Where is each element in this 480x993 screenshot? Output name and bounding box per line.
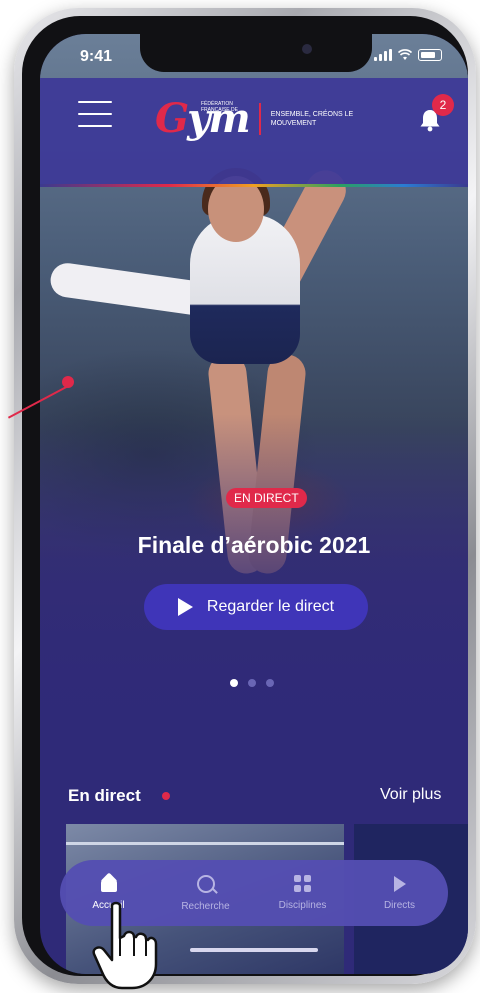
system-icons xyxy=(374,49,442,61)
nav-label: Recherche xyxy=(181,900,230,912)
annotation-dot xyxy=(62,376,74,388)
carousel-dots xyxy=(230,679,274,687)
nav-item-directs[interactable]: Directs xyxy=(360,875,440,911)
grid-icon xyxy=(294,875,311,892)
logo-federation-text: FÉDÉRATION FRANÇAISE DE xyxy=(201,101,238,113)
carousel-dot[interactable] xyxy=(230,679,238,687)
signal-icon xyxy=(374,49,392,61)
camera xyxy=(302,44,312,54)
federation-logo: Gym FÉDÉRATION FRANÇAISE DE ENSEMBLE, CR… xyxy=(155,99,371,139)
search-icon xyxy=(196,874,215,893)
wifi-icon xyxy=(398,49,412,60)
carousel-dot[interactable] xyxy=(248,679,256,687)
notification-badge: 2 xyxy=(432,94,454,116)
card-thumbnail-detail xyxy=(66,842,344,845)
nav-label: Directs xyxy=(383,899,416,911)
nav-label: Disciplines xyxy=(278,900,327,911)
play-icon xyxy=(177,598,193,616)
live-badge: EN DIRECT xyxy=(226,488,307,508)
section-title: En direct xyxy=(68,786,141,805)
home-indicator xyxy=(190,948,318,952)
nav-item-recherche[interactable]: Recherche xyxy=(166,874,246,912)
app-screen: 9:41 Gym FÉDÉRATION FRANÇAISE DE ENSEMBL… xyxy=(40,34,468,974)
battery-icon xyxy=(418,49,442,61)
play-icon xyxy=(393,875,406,892)
notch xyxy=(140,34,372,72)
menu-icon[interactable] xyxy=(78,101,112,127)
logo-divider xyxy=(258,103,261,135)
phone-frame: 9:41 Gym FÉDÉRATION FRANÇAISE DE ENSEMBL… xyxy=(14,8,476,984)
watch-live-button[interactable]: Regarder le direct xyxy=(144,584,368,630)
hero-figure-part xyxy=(48,261,212,317)
logo-tagline: ENSEMBLE, CRÉONS LE MOUVEMENT xyxy=(270,111,354,127)
home-icon xyxy=(100,876,117,892)
status-bar: 9:41 xyxy=(40,34,468,78)
header-color-stripe xyxy=(40,184,468,187)
live-indicator-dot xyxy=(162,792,170,800)
hero-title: Finale d’aérobic 2021 xyxy=(137,532,371,558)
hand-cursor-icon xyxy=(92,901,158,990)
nav-item-disciplines[interactable]: Disciplines xyxy=(263,875,343,911)
status-time: 9:41 xyxy=(80,48,113,65)
carousel-dot[interactable] xyxy=(266,679,274,687)
watch-live-label: Regarder le direct xyxy=(206,598,335,615)
see-more-link[interactable]: Voir plus xyxy=(380,786,441,804)
